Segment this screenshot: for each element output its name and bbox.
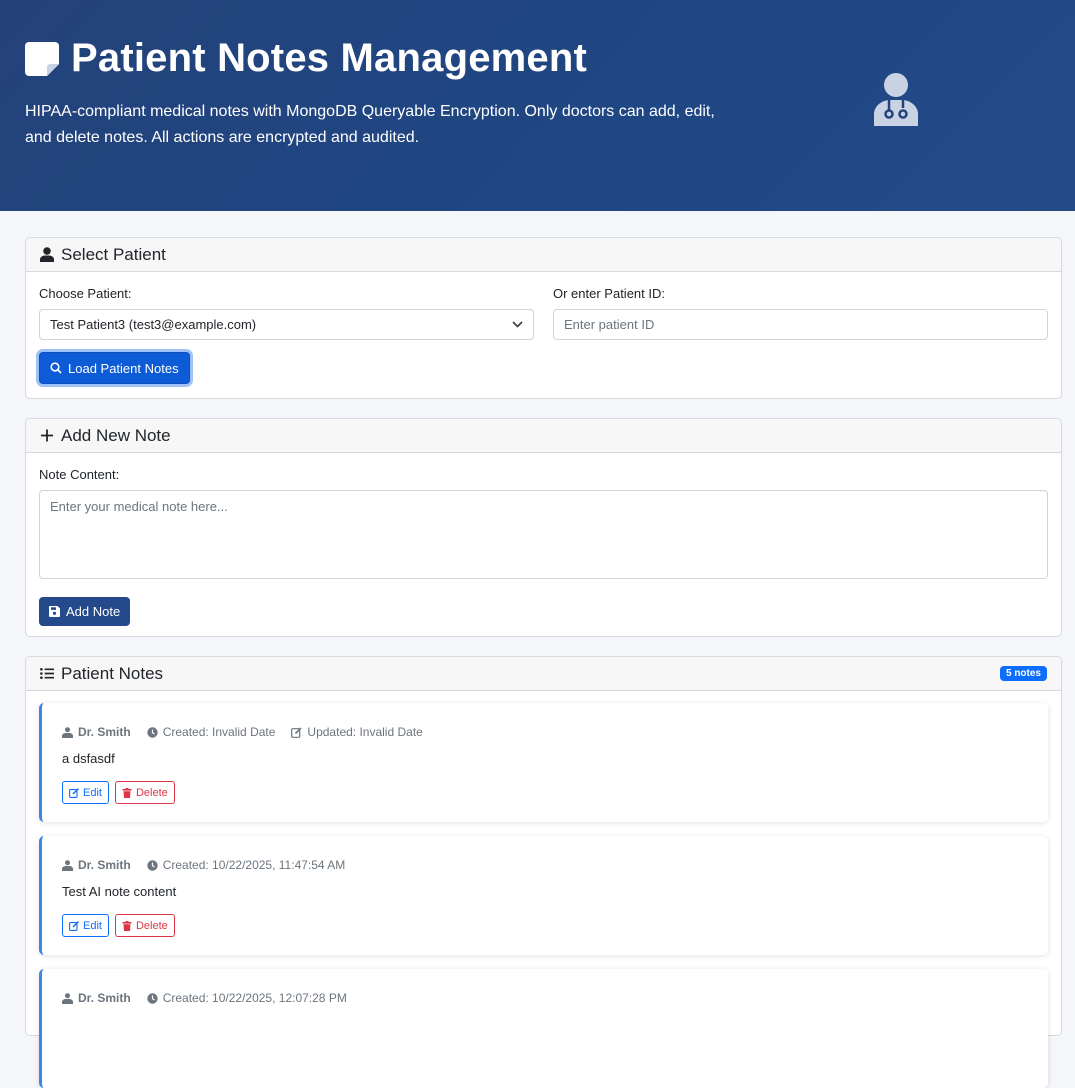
edit-icon	[69, 920, 79, 931]
edit-note-button[interactable]: Edit	[62, 781, 109, 804]
note-author: Dr. Smith	[78, 725, 131, 739]
floppy-disk-icon	[49, 606, 60, 617]
choose-patient-label: Choose Patient:	[39, 286, 132, 301]
edit-note-label: Edit	[83, 919, 102, 932]
delete-note-label: Delete	[135, 786, 168, 799]
note-content-label: Note Content:	[39, 467, 120, 482]
search-icon	[50, 362, 62, 374]
edit-icon	[291, 726, 302, 738]
patient-id-input[interactable]	[553, 309, 1048, 340]
page-title-text: Patient Notes Management	[71, 36, 588, 80]
note-card: Dr. Smith Created: 10/22/2025, 11:47:54 …	[39, 836, 1048, 955]
patient-id-label: Or enter Patient ID:	[553, 286, 665, 301]
chevron-down-icon	[512, 321, 523, 328]
note-updated: Updated: Invalid Date	[307, 725, 423, 739]
note-created: Created: 10/22/2025, 12:07:28 PM	[162, 991, 347, 1005]
note-card: Dr. Smith Created: Invalid Date Updated:…	[39, 703, 1048, 822]
note-author: Dr. Smith	[78, 858, 131, 872]
clock-icon	[146, 859, 158, 871]
add-note-header: Add New Note	[26, 419, 1061, 453]
note-author: Dr. Smith	[78, 991, 131, 1005]
user-doctor-icon	[62, 859, 73, 871]
add-note-title: Add New Note	[61, 425, 171, 445]
add-note-card: Add New Note Note Content: Add Note	[25, 418, 1062, 637]
patient-notes-header: Patient Notes 5 notes	[26, 657, 1061, 691]
patient-notes-title: Patient Notes	[61, 663, 164, 683]
note-card: Dr. Smith Created: 10/22/2025, 12:07:28 …	[39, 969, 1048, 1088]
select-patient-title: Select Patient	[61, 244, 166, 264]
load-patient-notes-button[interactable]: Load Patient Notes	[39, 352, 190, 384]
user-doctor-icon	[62, 726, 73, 738]
user-doctor-icon	[62, 992, 73, 1004]
delete-note-button[interactable]: Delete	[114, 914, 175, 937]
patient-notes-card: Patient Notes 5 notes Dr. Smith Created:…	[25, 656, 1062, 1088]
sticky-note-icon	[25, 41, 59, 76]
clock-icon	[146, 992, 158, 1004]
select-patient-header: Select Patient	[26, 238, 1061, 272]
edit-note-label: Edit	[83, 786, 102, 799]
delete-note-label: Delete	[135, 919, 168, 932]
plus-icon	[41, 429, 53, 442]
note-content-textarea[interactable]	[39, 490, 1048, 579]
note-text: a dsfasdf	[62, 751, 115, 766]
edit-note-button[interactable]: Edit	[62, 914, 109, 937]
page-header: Patient Notes Management HIPAA-compliant…	[0, 0, 1075, 211]
user-icon	[40, 247, 54, 262]
add-note-button[interactable]: Add Note	[39, 597, 131, 626]
edit-icon	[69, 787, 79, 798]
load-patient-notes-label: Load Patient Notes	[68, 360, 179, 376]
select-patient-card: Select Patient Choose Patient: Test Pati…	[25, 237, 1062, 399]
list-icon	[40, 667, 54, 680]
user-doctor-icon	[874, 73, 918, 126]
note-created: Created: 10/22/2025, 11:47:54 AM	[162, 858, 346, 872]
trash-icon	[122, 920, 132, 931]
note-created: Created: Invalid Date	[162, 725, 276, 739]
notes-count-badge: 5 notes	[999, 666, 1047, 681]
delete-note-button[interactable]: Delete	[114, 781, 175, 804]
patient-select[interactable]: Test Patient3 (test3@example.com)	[39, 309, 534, 340]
page-subtitle: HIPAA-compliant medical notes with Mongo…	[25, 103, 715, 146]
trash-icon	[122, 787, 132, 798]
patient-select-value: Test Patient3 (test3@example.com)	[50, 317, 257, 332]
clock-icon	[146, 726, 158, 738]
add-note-label: Add Note	[66, 604, 121, 619]
note-text: Test AI note content	[62, 884, 177, 899]
